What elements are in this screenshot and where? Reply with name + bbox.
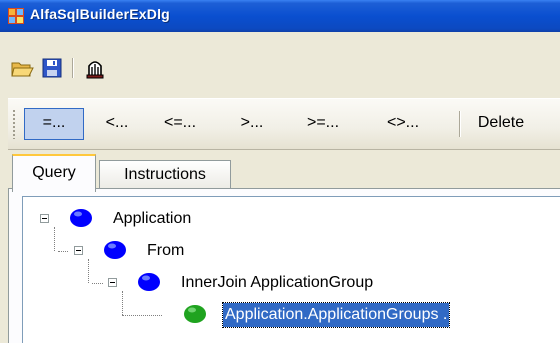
folder-open-icon[interactable]	[10, 56, 34, 80]
query-tree[interactable]: Application From InnerJoin ApplicationGr…	[22, 196, 560, 343]
tree-node-label[interactable]: From	[145, 239, 186, 263]
title-bar[interactable]: AlfaSqlBuilderExDlg	[0, 0, 560, 32]
tree-node-label[interactable]: InnerJoin ApplicationGroup	[179, 271, 375, 295]
less-equal-button[interactable]: <=...	[150, 108, 210, 138]
collapse-toggle[interactable]	[40, 214, 49, 223]
tab-query[interactable]: Query	[12, 154, 96, 192]
operator-toolbar: =... <... <=... >... >=... <>... Delete	[8, 98, 560, 150]
blue-node-icon	[70, 209, 92, 227]
equals-button[interactable]: =...	[24, 108, 84, 140]
toolbar-separator	[459, 111, 461, 137]
tree-connector	[92, 283, 103, 284]
green-node-icon	[184, 305, 206, 323]
blue-node-icon	[104, 241, 126, 259]
tab-strip: Query Instructions	[0, 150, 560, 192]
greater-equal-button[interactable]: >=...	[292, 108, 354, 138]
tree-connector	[122, 315, 162, 316]
toolbar-grip[interactable]	[12, 109, 16, 139]
not-equal-button[interactable]: <>...	[372, 108, 434, 138]
toolbar-separator	[72, 58, 74, 78]
tab-instructions[interactable]: Instructions	[99, 160, 231, 189]
app-icon	[8, 8, 24, 24]
less-than-button[interactable]: <...	[94, 108, 140, 138]
tree-connector	[122, 291, 123, 315]
main-toolbar	[0, 32, 560, 92]
tree-node-label[interactable]: Application	[111, 207, 193, 231]
greater-than-button[interactable]: >...	[228, 108, 276, 138]
delete-button[interactable]: Delete	[470, 108, 532, 138]
tree-connector	[88, 259, 89, 283]
collapse-toggle[interactable]	[108, 278, 117, 287]
blue-node-icon	[138, 273, 160, 291]
collapse-toggle[interactable]	[74, 246, 83, 255]
gear-bell-icon[interactable]	[82, 56, 108, 80]
tree-connector	[54, 227, 55, 251]
tree-node-label-selected[interactable]: Application.ApplicationGroups .	[221, 302, 451, 328]
window-title: AlfaSqlBuilderExDlg	[30, 6, 170, 22]
floppy-disk-icon[interactable]	[40, 56, 64, 80]
tree-connector	[58, 251, 68, 252]
